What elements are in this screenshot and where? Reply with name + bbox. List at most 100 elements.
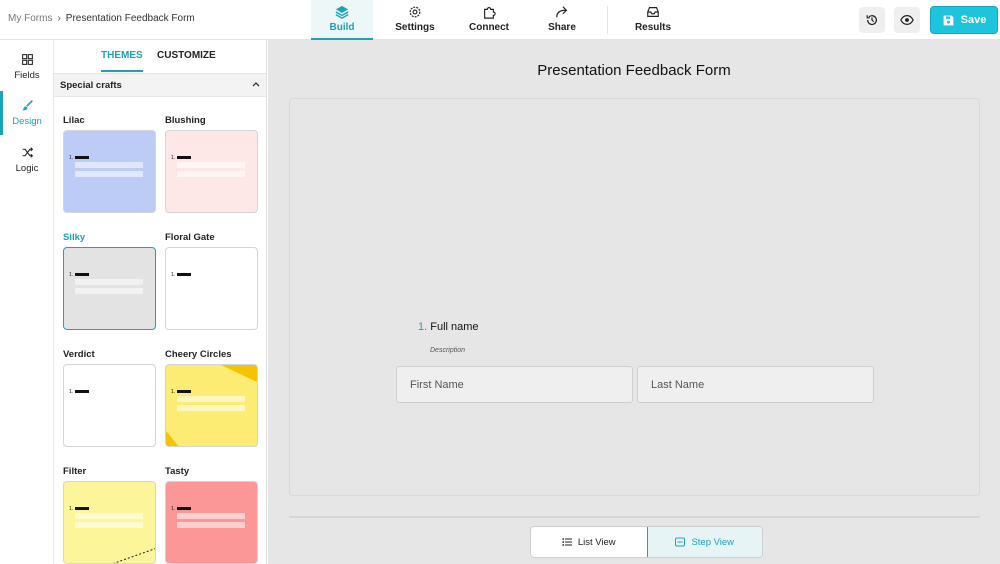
theme-preview-line [75, 513, 143, 519]
tab-share[interactable]: Share [538, 0, 586, 40]
top-bar: My Forms › Presentation Feedback Form Buil… [0, 0, 1000, 40]
theme-preview-dash [177, 273, 191, 276]
theme-card-silky[interactable]: 1. [63, 247, 156, 330]
tab-build-label: Build [329, 22, 355, 33]
eye-icon [900, 15, 914, 25]
breadcrumb: My Forms › Presentation Feedback Form [8, 13, 195, 24]
step-view-button[interactable]: Step View [646, 527, 762, 557]
rail-item-fields[interactable]: Fields [0, 45, 54, 89]
theme-preview-line [75, 162, 143, 168]
next-card-edge [289, 516, 980, 518]
theme-number: 1. [171, 389, 176, 395]
theme-preview-dash [177, 390, 191, 393]
breadcrumb-separator: › [57, 13, 61, 24]
theme-preview-dash [75, 390, 89, 393]
form-canvas: Presentation Feedback Form 1. Full name … [268, 40, 1000, 564]
theme-name-lilac: Lilac [63, 115, 85, 126]
theme-number: 1. [69, 506, 74, 512]
tab-settings-label: Settings [395, 22, 435, 33]
save-icon [943, 15, 954, 25]
tab-results-label: Results [634, 22, 672, 33]
chevron-up-icon [252, 82, 260, 87]
tab-results[interactable]: Results [628, 0, 678, 40]
question-label[interactable]: 1. Full name [418, 321, 479, 333]
layers-icon [335, 5, 349, 19]
theme-preview-line [75, 171, 143, 177]
theme-preview-line [177, 162, 245, 168]
theme-card-verdict[interactable]: 1. [63, 364, 156, 447]
theme-preview-line [75, 288, 143, 294]
section-header-special-crafts[interactable]: Special crafts [54, 73, 266, 97]
theme-number: 1. [69, 155, 74, 161]
rail-item-logic[interactable]: Logic [0, 138, 54, 182]
nav-divider [607, 6, 608, 34]
brush-icon [22, 100, 33, 111]
tab-connect[interactable]: Connect [463, 0, 515, 40]
puzzle-icon [484, 7, 496, 19]
last-name-input[interactable]: Last Name [637, 366, 874, 403]
theme-number: 1. [171, 155, 176, 161]
question-card[interactable]: 1. Full name Description First Name Last… [289, 98, 980, 496]
theme-preview-line [177, 396, 245, 402]
first-name-input[interactable]: First Name [396, 366, 633, 403]
theme-card-filter[interactable]: 1. [63, 481, 156, 564]
theme-name-blushing: Blushing [165, 115, 206, 126]
history-icon [866, 15, 877, 26]
theme-number: 1. [171, 506, 176, 512]
theme-preview-dash [177, 156, 191, 159]
theme-name-tasty: Tasty [165, 466, 190, 477]
theme-preview-dash [75, 507, 89, 510]
theme-name-cheery-circles: Cheery Circles [165, 349, 232, 360]
view-toggle: List View Step View [530, 526, 763, 558]
theme-number: 1. [69, 389, 74, 395]
theme-name-silky: Silky [63, 232, 86, 243]
step-view-label: Step View [691, 536, 735, 548]
share-icon [556, 6, 568, 18]
theme-preview-dash [177, 507, 191, 510]
rail-item-design[interactable]: Design [0, 91, 54, 135]
theme-preview-line [75, 279, 143, 285]
theme-name-verdict: Verdict [63, 349, 95, 360]
theme-preview-line [177, 522, 245, 528]
list-view-button[interactable]: List View [531, 527, 647, 557]
theme-name-filter: Filter [63, 466, 87, 477]
theme-number: 1. [69, 272, 74, 278]
theme-name-floral-gate: Floral Gate [165, 232, 215, 243]
breadcrumb-current: Presentation Feedback Form [65, 13, 195, 24]
tab-themes[interactable]: THEMES [101, 50, 143, 72]
section-title: Special crafts [60, 80, 122, 91]
theme-preview-line [177, 171, 245, 177]
shuffle-icon [22, 147, 33, 158]
rail-item-design-label: Design [12, 116, 42, 127]
question-number: 1. [418, 321, 428, 333]
breadcrumb-my-forms[interactable]: My Forms [8, 13, 52, 24]
form-title[interactable]: Presentation Feedback Form [268, 62, 1000, 79]
list-view-label: List View [577, 536, 616, 548]
tab-customize[interactable]: CUSTOMIZE [157, 50, 216, 72]
tab-connect-label: Connect [469, 22, 509, 33]
tab-settings[interactable]: Settings [388, 0, 442, 40]
gear-icon [409, 6, 421, 18]
question-title: Full name [430, 321, 479, 333]
theme-preview-line [177, 513, 245, 519]
tab-share-label: Share [548, 22, 576, 33]
step-icon [675, 537, 686, 547]
theme-card-tasty[interactable]: 1. [165, 481, 258, 564]
grid-icon [21, 54, 33, 65]
theme-card-lilac[interactable]: 1. [63, 130, 156, 213]
left-rail: Fields Design Logic [0, 40, 54, 564]
save-button[interactable]: Save [930, 6, 998, 34]
theme-preview-dash [75, 273, 89, 276]
preview-button[interactable] [894, 7, 920, 33]
question-description[interactable]: Description [430, 347, 465, 354]
history-button[interactable] [859, 7, 885, 33]
rail-item-logic-label: Logic [15, 163, 39, 174]
rail-item-fields-label: Fields [14, 70, 40, 81]
theme-preview-line [75, 522, 143, 528]
theme-card-floral-gate[interactable]: 1. [165, 247, 258, 330]
theme-card-blushing[interactable]: 1. [165, 130, 258, 213]
list-icon [562, 538, 572, 546]
tab-build[interactable]: Build [311, 0, 373, 40]
save-button-label: Save [960, 14, 987, 26]
theme-card-cheery-circles[interactable]: 1. [165, 364, 258, 447]
